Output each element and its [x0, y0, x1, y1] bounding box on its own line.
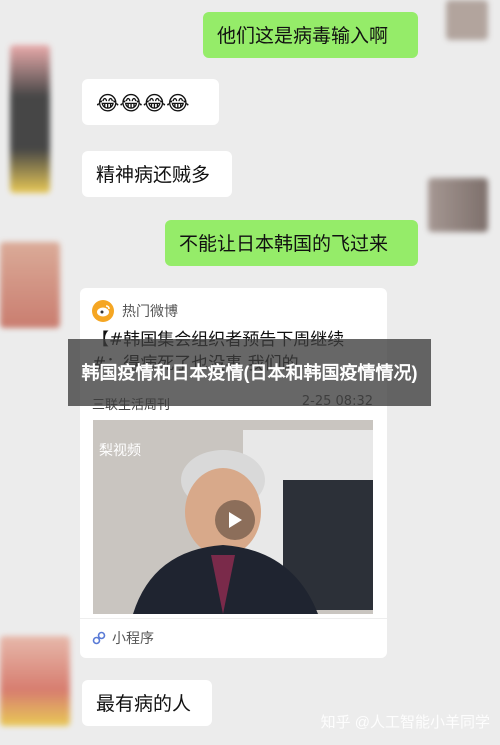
avatar-left-2[interactable]: [0, 242, 60, 328]
message-text: 😂😂😂😂: [96, 91, 190, 115]
play-icon: [229, 512, 242, 528]
message-bubble-received[interactable]: 最有病的人: [82, 680, 212, 726]
avatar-left-1[interactable]: [10, 45, 50, 193]
video-source-label: 梨视频: [99, 443, 141, 459]
mini-program-icon: [92, 631, 106, 645]
message-bubble-received[interactable]: 精神病还贼多: [82, 151, 232, 197]
play-button[interactable]: [215, 500, 255, 540]
message-bubble-received[interactable]: 😂😂😂😂: [82, 79, 219, 125]
message-bubble-sent[interactable]: 他们这是病毒输入啊: [203, 12, 418, 58]
avatar-right-1[interactable]: [446, 0, 488, 40]
message-text: 最有病的人: [96, 693, 192, 715]
mini-program-tag[interactable]: 小程序: [92, 628, 154, 648]
card-divider: [80, 618, 387, 619]
watermark: 知乎 @人工智能小羊同学: [320, 714, 490, 731]
article-title-overlay: 韩国疫情和日本疫情(日本和韩国疫情情况): [68, 339, 431, 406]
video-thumbnail[interactable]: 梨视频: [93, 420, 373, 614]
card-source: 热门微博: [92, 300, 178, 322]
message-text: 不能让日本韩国的飞过来: [179, 233, 389, 255]
avatar-left-3[interactable]: [0, 636, 70, 726]
avatar-right-2[interactable]: [428, 178, 488, 232]
mini-program-label: 小程序: [112, 631, 154, 647]
message-text: 精神病还贼多: [96, 164, 211, 186]
message-text: 他们这是病毒输入啊: [217, 25, 389, 47]
weibo-icon: [92, 300, 114, 322]
card-source-label: 热门微博: [122, 304, 178, 320]
article-title: 韩国疫情和日本疫情(日本和韩国疫情情况): [81, 362, 418, 383]
message-bubble-sent[interactable]: 不能让日本韩国的飞过来: [165, 220, 418, 266]
